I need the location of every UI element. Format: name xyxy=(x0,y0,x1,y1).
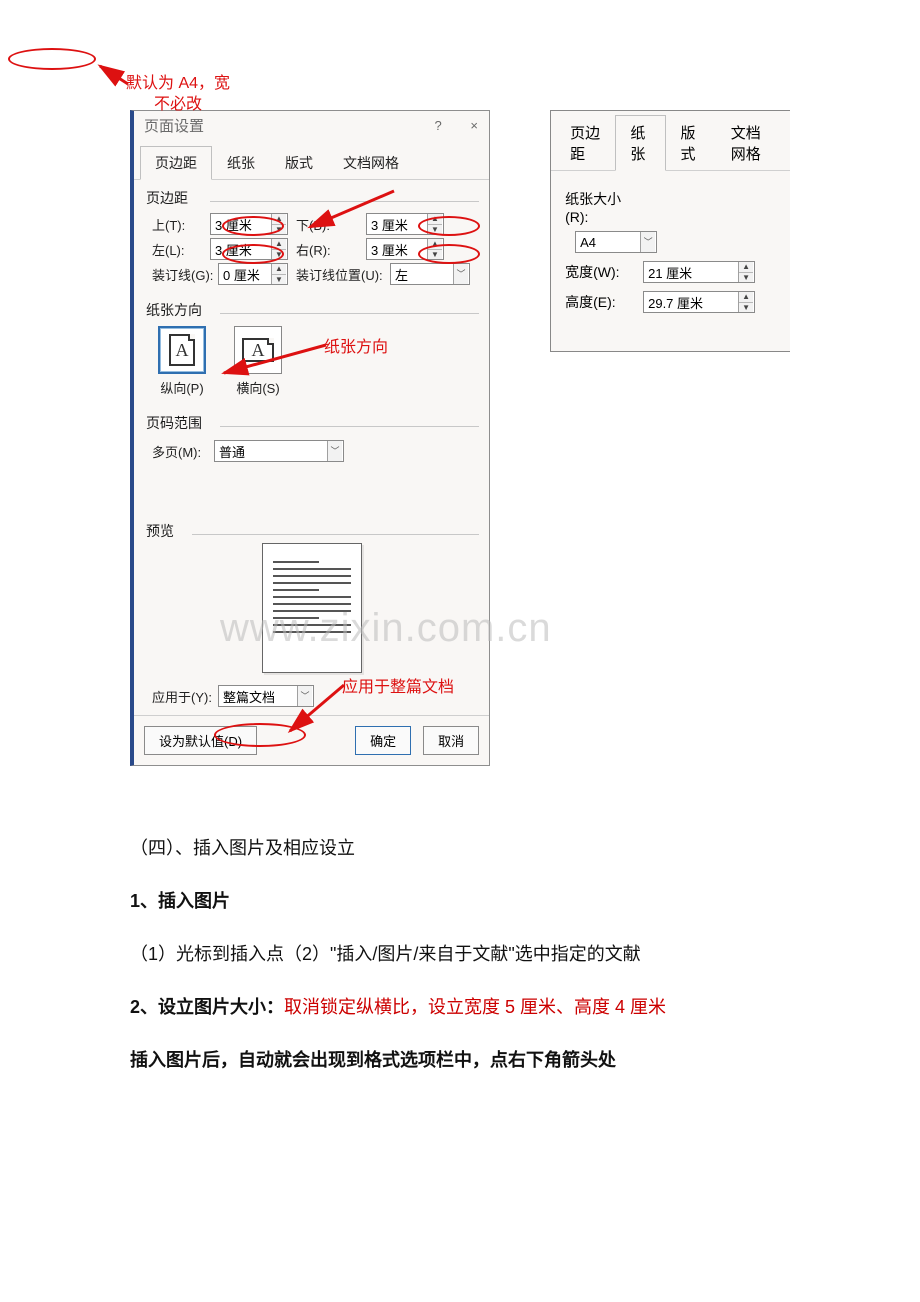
chevron-down-icon[interactable]: ﹀ xyxy=(297,686,312,706)
bottom-label: 下(B): xyxy=(296,215,366,234)
cancel-button[interactable]: 取消 xyxy=(423,726,479,755)
top-label: 上(T): xyxy=(152,215,210,234)
left-input[interactable] xyxy=(211,242,271,257)
gutter-pos-label: 装订线位置(U): xyxy=(296,265,390,284)
pages-dropdown[interactable]: ﹀ xyxy=(214,440,344,462)
landscape-icon xyxy=(234,326,282,374)
paper-width-input[interactable] xyxy=(644,265,738,280)
dialog-titlebar: 页面设置 ? × xyxy=(134,111,489,146)
landscape-label: 横向(S) xyxy=(236,381,279,396)
portrait-icon xyxy=(158,326,206,374)
tab-paper[interactable]: 纸张 xyxy=(615,115,665,171)
orientation-portrait[interactable]: 纵向(P) xyxy=(158,326,206,397)
orientation-landscape[interactable]: 横向(S) xyxy=(234,326,282,397)
paper-height-input[interactable] xyxy=(644,295,738,310)
spin-up-icon[interactable]: ▲ xyxy=(428,214,442,225)
gutter-input[interactable] xyxy=(219,267,271,282)
para-1-body: （1）光标到插入点（2）"插入/图片/来自于文献"选中指定的文献 xyxy=(130,932,770,977)
apply-to-label: 应用于(Y): xyxy=(152,687,212,706)
divider xyxy=(192,534,479,535)
annotation-default-a4-line1: 默认为 A4，宽 xyxy=(126,75,230,92)
top-input[interactable] xyxy=(211,217,271,232)
tab-layout[interactable]: 版式 xyxy=(270,146,328,180)
gutter-field[interactable]: ▲▼ xyxy=(218,263,288,285)
portrait-label: 纵向(P) xyxy=(160,381,203,396)
left-field[interactable]: ▲▼ xyxy=(210,238,288,260)
spin-up-icon[interactable]: ▲ xyxy=(739,262,753,273)
divider xyxy=(210,201,479,202)
document-body-text: （四）、插入图片及相应设立 1、插入图片 （1）光标到插入点（2）"插入/图片/… xyxy=(130,826,770,1083)
tab-margins[interactable]: 页边距 xyxy=(140,146,212,180)
help-icon[interactable]: ? xyxy=(431,118,445,133)
spin-down-icon[interactable]: ▼ xyxy=(428,250,442,260)
paper-tab-panel: 页边距 纸张 版式 文档网格 纸张大小(R): ﹀ 宽度(W): ▲▼ xyxy=(550,110,790,352)
apply-to-input[interactable] xyxy=(219,689,297,704)
pages-input[interactable] xyxy=(215,444,327,459)
para-heading-4: （四）、插入图片及相应设立 xyxy=(130,826,770,871)
tab-grid[interactable]: 文档网格 xyxy=(716,115,786,171)
close-icon[interactable]: × xyxy=(467,118,481,133)
page-range-label: 页码范围 xyxy=(134,405,489,435)
chevron-down-icon[interactable]: ﹀ xyxy=(453,264,468,284)
gutter-label: 装订线(G): xyxy=(152,265,218,284)
paper-height-label: 高度(E): xyxy=(565,292,637,312)
para-1-heading: 1、插入图片 xyxy=(130,879,770,924)
paper-width-label: 宽度(W): xyxy=(565,262,637,282)
gutter-pos-dropdown[interactable]: ﹀ xyxy=(390,263,470,285)
tab-layout[interactable]: 版式 xyxy=(666,115,716,171)
ok-button[interactable]: 确定 xyxy=(355,726,411,755)
paper-height-field[interactable]: ▲▼ xyxy=(643,291,755,313)
page-preview xyxy=(262,543,362,673)
bottom-input[interactable] xyxy=(367,217,427,232)
left-label: 左(L): xyxy=(152,240,210,259)
spin-up-icon[interactable]: ▲ xyxy=(739,292,753,303)
paper-width-field[interactable]: ▲▼ xyxy=(643,261,755,283)
divider xyxy=(220,426,479,427)
spin-down-icon[interactable]: ▼ xyxy=(428,225,442,235)
paper-size-dropdown[interactable]: ﹀ xyxy=(575,231,657,253)
gutter-pos-input[interactable] xyxy=(391,267,453,282)
right-field[interactable]: ▲▼ xyxy=(366,238,444,260)
spin-down-icon[interactable]: ▼ xyxy=(272,275,286,285)
para-after-insert: 插入图片后，自动就会出现到格式选项栏中，点右下角箭头处 xyxy=(130,1038,770,1083)
bottom-field[interactable]: ▲▼ xyxy=(366,213,444,235)
spin-up-icon[interactable]: ▲ xyxy=(428,239,442,250)
orientation-group-label: 纸张方向 xyxy=(134,292,489,322)
chevron-down-icon[interactable]: ﹀ xyxy=(327,441,342,461)
apply-to-dropdown[interactable]: ﹀ xyxy=(218,685,314,707)
preview-label: 预览 xyxy=(134,513,489,543)
panel2-tabs: 页边距 纸张 版式 文档网格 xyxy=(551,111,790,171)
para-2-heading: 2、设立图片大小： xyxy=(130,997,284,1017)
set-default-button[interactable]: 设为默认值(D) xyxy=(144,726,257,755)
spin-down-icon[interactable]: ▼ xyxy=(272,225,286,235)
spin-down-icon[interactable]: ▼ xyxy=(739,303,753,313)
chevron-down-icon[interactable]: ﹀ xyxy=(640,232,655,252)
spin-down-icon[interactable]: ▼ xyxy=(272,250,286,260)
spin-down-icon[interactable]: ▼ xyxy=(739,273,753,283)
paper-size-input[interactable] xyxy=(576,235,640,250)
para-2-red: 取消锁定纵横比，设立宽度 5 厘米、高度 4 厘米 xyxy=(284,997,666,1017)
right-label: 右(R): xyxy=(296,240,366,259)
page-setup-dialog: 页面设置 ? × 页边距 纸张 版式 文档网格 页边距 上(T): ▲▼ 下(B… xyxy=(130,110,490,766)
tab-grid[interactable]: 文档网格 xyxy=(328,146,414,180)
spin-up-icon[interactable]: ▲ xyxy=(272,264,286,275)
dialog-title: 页面设置 xyxy=(144,115,204,136)
annotation-circle xyxy=(8,48,96,70)
right-input[interactable] xyxy=(367,242,427,257)
tab-paper[interactable]: 纸张 xyxy=(212,146,270,180)
tab-margins[interactable]: 页边距 xyxy=(555,115,615,171)
spin-up-icon[interactable]: ▲ xyxy=(272,239,286,250)
margins-group-label: 页边距 xyxy=(134,180,489,210)
spin-up-icon[interactable]: ▲ xyxy=(272,214,286,225)
top-field[interactable]: ▲▼ xyxy=(210,213,288,235)
paper-size-label: 纸张大小(R): xyxy=(565,189,637,225)
pages-label: 多页(M): xyxy=(152,442,214,461)
dialog-tabs: 页边距 纸张 版式 文档网格 xyxy=(134,146,489,180)
divider xyxy=(220,313,479,314)
